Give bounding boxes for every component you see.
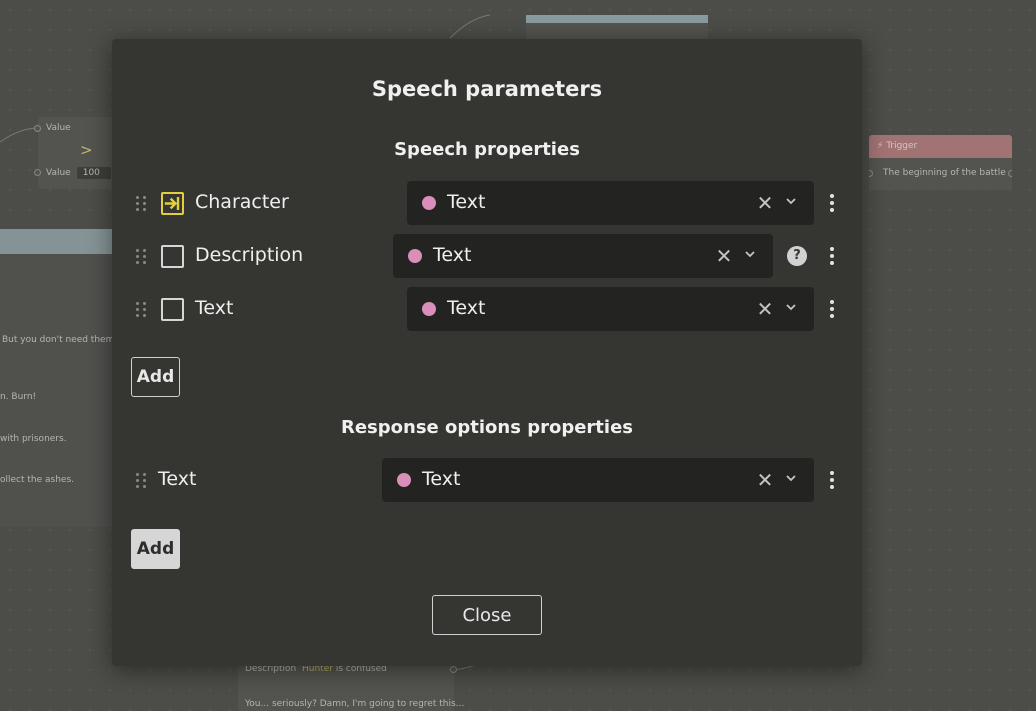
type-select[interactable]: Text ✕ xyxy=(393,234,773,278)
key-property-checkbox[interactable] xyxy=(161,298,184,321)
chevron-down-icon[interactable] xyxy=(783,470,799,486)
type-select[interactable]: Text ✕ xyxy=(382,458,814,502)
more-options-icon[interactable] xyxy=(829,247,835,265)
property-name: Text xyxy=(195,297,234,319)
speech-properties-heading: Speech properties xyxy=(394,139,580,160)
type-label: Text xyxy=(422,468,461,490)
more-options-icon[interactable] xyxy=(829,300,835,318)
clear-icon[interactable]: ✕ xyxy=(755,299,775,319)
property-name: Description xyxy=(195,244,304,266)
key-property-checkbox[interactable] xyxy=(161,245,184,268)
response-property-row-text: Text Text ✕ xyxy=(112,458,862,502)
type-select[interactable]: Text ✕ xyxy=(407,181,814,225)
chevron-down-icon[interactable] xyxy=(783,193,799,209)
property-row-character: Character Text ✕ xyxy=(112,181,862,225)
type-color-dot xyxy=(422,196,436,210)
clear-icon[interactable]: ✕ xyxy=(755,193,775,213)
clear-icon[interactable]: ✕ xyxy=(755,470,775,490)
drag-handle-icon[interactable] xyxy=(136,302,146,317)
property-name: Text xyxy=(158,468,197,490)
speech-parameters-dialog: Speech parameters Speech properties Char… xyxy=(112,39,862,666)
response-properties-heading: Response options properties xyxy=(340,417,634,438)
type-label: Text xyxy=(433,244,472,266)
key-arrow-icon xyxy=(164,197,180,210)
close-button[interactable]: Close xyxy=(432,595,542,635)
type-color-dot xyxy=(422,302,436,316)
more-options-icon[interactable] xyxy=(829,194,835,212)
clear-icon[interactable]: ✕ xyxy=(714,246,734,266)
type-label: Text xyxy=(447,297,486,319)
type-label: Text xyxy=(447,191,486,213)
type-color-dot xyxy=(408,249,422,263)
more-options-icon[interactable] xyxy=(829,471,835,489)
type-color-dot xyxy=(397,473,411,487)
drag-handle-icon[interactable] xyxy=(136,473,146,488)
drag-handle-icon[interactable] xyxy=(136,249,146,264)
type-select[interactable]: Text ✕ xyxy=(407,287,814,331)
property-row-text: Text Text ✕ xyxy=(112,287,862,331)
add-speech-property-button[interactable]: Add xyxy=(131,357,180,397)
dialog-title: Speech parameters xyxy=(371,77,603,101)
chevron-down-icon[interactable] xyxy=(742,246,758,262)
drag-handle-icon[interactable] xyxy=(136,196,146,211)
help-icon[interactable]: ? xyxy=(787,246,807,266)
add-response-property-button[interactable]: Add xyxy=(131,529,180,569)
chevron-down-icon[interactable] xyxy=(783,299,799,315)
property-row-description: Description Text ✕ ? xyxy=(112,234,862,278)
property-name: Character xyxy=(195,191,289,213)
key-property-checkbox[interactable] xyxy=(161,192,184,215)
